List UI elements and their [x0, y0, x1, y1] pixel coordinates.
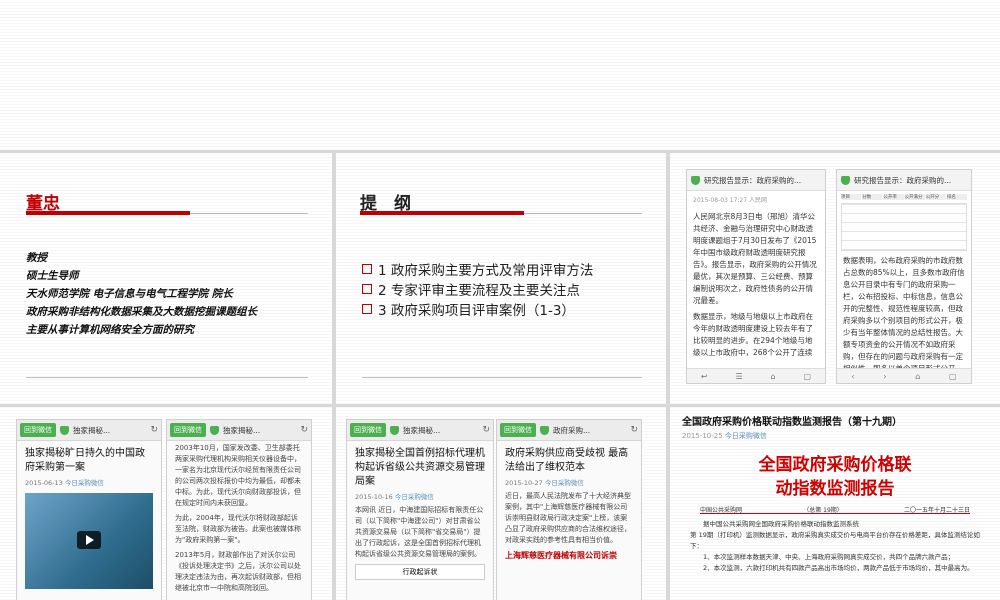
home-icon: ⌂: [915, 371, 921, 381]
data-table-rows: [841, 203, 967, 251]
article-paragraph: 本网讯 近日，中海建国际招标有限责任公司（以下简称"中海建公司"）对甘肃省公共资…: [355, 506, 484, 558]
article-paragraph: 2003年10月，国家发改委、卫生部委托两家采购代理机构采购相关仪器设备中，一家…: [175, 444, 301, 507]
forward-icon: ›: [883, 371, 887, 381]
browser-header: 研究报告显示：政府采购的...: [837, 170, 971, 191]
video-thumbnail[interactable]: [25, 493, 153, 589]
bullet-square-icon: [362, 264, 372, 274]
title-underline: [26, 211, 190, 215]
shield-icon: [210, 425, 219, 435]
wechat-topbar: 回到微信 独家揭秘... ↻: [347, 420, 493, 441]
article-meta: 2015-10-16 今日采购微信: [355, 493, 434, 501]
bullet-square-icon: [362, 304, 372, 314]
article-title: 独家揭秘全国首例招标代理机构起诉省级公共资源交易管理局案: [355, 448, 485, 487]
wechat-topbar: 回到微信 政府采购... ↻: [497, 420, 641, 441]
article-paragraph: 数据显示，地级与地级以上市政府在今年的财政透明度建设上较去年有了比较明显的进步。…: [693, 312, 813, 357]
article-date: 2015-08-03 17:27 人民网: [693, 197, 767, 204]
title-underline: [360, 211, 524, 215]
report-body: 据中国公共采购网全国政府采购价格联动指数监测系统 第 19期（打印机）监测数据显…: [690, 520, 980, 572]
report-headline: 全国政府采购价格联动指数监测报告（第十九期）: [682, 417, 902, 428]
article-paragraph: 为此，2004年，现代沃尔将财政部起诉至法院，财政部为被告。此案也被媒体称为"政…: [175, 514, 301, 544]
shield-icon: [691, 175, 700, 185]
profile-line: 政府采购非结构化数据采集及大数据挖掘课题组长: [26, 306, 257, 318]
menu-icon: ☰: [735, 371, 743, 381]
profile-line: 主要从事计算机网络安全方面的研究: [26, 324, 194, 336]
slide-report-screenshots[interactable]: 研究报告显示：政府采购的... 2015-08-03 17:27 人民网 人民网…: [670, 153, 1000, 404]
wechat-topbar: 回到微信 独家揭秘... ↻: [167, 420, 311, 441]
profile-line: 天水师范学院 电子信息与电气工程学院 院长: [26, 288, 233, 300]
outline-list: 1 政府采购主要方式及常用评审方法 2 专家评审主要流程及主要关注点 3 政府采…: [362, 261, 593, 321]
report-meta: 2015-10-25 今日采购微信: [682, 432, 767, 440]
profile-line: 硕士生导师: [26, 270, 79, 282]
article-title: 独家揭秘旷日持久的中国政府采购第一案: [25, 448, 145, 473]
play-icon[interactable]: [77, 531, 101, 549]
slide-case-2-3[interactable]: 回到微信 独家揭秘... ↻ 独家揭秘全国首例招标代理机构起诉省级公共资源交易管理局…: [336, 407, 666, 600]
report-divider: [700, 513, 970, 514]
wechat-article-case3: 回到微信 政府采购... ↻ 政府采购供应商受歧视 最高法给出了维权范本 2015-…: [496, 419, 642, 600]
refresh-icon: ↻: [630, 425, 638, 435]
wechat-article-case2: 回到微信 独家揭秘... ↻ 独家揭秘全国首例招标代理机构起诉省级公共资源交易管理局…: [346, 419, 494, 600]
slide-case-1[interactable]: 回到微信 独家揭秘... ↻ 独家揭秘旷日持久的中国政府采购第一案 2015-06-…: [0, 407, 332, 600]
tabs-icon: ▢: [803, 371, 812, 381]
article-title: 政府采购供应商受歧视 最高法给出了维权范本: [505, 448, 629, 473]
presenter-profile: 教授 硕士生导师 天水师范学院 电子信息与电气工程学院 院长 政府采购非结构化数…: [26, 249, 257, 339]
wechat-article-case1: 回到微信 独家揭秘... ↻ 独家揭秘旷日持久的中国政府采购第一案 2015-06-…: [16, 419, 162, 600]
article-paragraph: 2013年5月，财政部作出了对沃尔公司《投诉处理决定书》之后，沃尔公司以处理决定…: [175, 551, 301, 592]
shield-icon: [841, 175, 850, 185]
bullet-square-icon: [362, 284, 372, 294]
back-icon: ‹: [851, 371, 855, 381]
document-image: 行政起诉状: [355, 564, 485, 580]
article-paragraph: 近日，最高人民法院发布了十大经济典型案例，其中"上海辉慈医疗器械有限公司诉崇明县…: [505, 492, 631, 544]
article-paragraph: 数据表明，公布政府采购的市政府数占总数的85%以上，且多数市政府信息公开目录中有…: [843, 256, 965, 373]
back-to-wechat-button[interactable]: 回到微信: [350, 423, 386, 437]
back-icon: ↩: [700, 371, 708, 381]
tabs-icon: ▢: [949, 371, 957, 381]
article-meta: 2015-06-13 今日采购微信: [25, 479, 104, 487]
shield-icon: [390, 425, 399, 435]
back-to-wechat-button[interactable]: 回到微信: [170, 423, 206, 437]
refresh-icon: ↻: [150, 425, 158, 435]
slide-intro[interactable]: 董忠 教授 硕士生导师 天水师范学院 电子信息与电气工程学院 院长 政府采购非结…: [0, 153, 332, 404]
data-table: 项目 分数 公开率 公开满分 公开分 排名: [837, 191, 971, 203]
footer-rule: [362, 377, 642, 378]
profile-line: 教授: [26, 252, 47, 264]
outline-item: 2 专家评审主要流程及主要关注点: [362, 281, 593, 301]
browser-navbar: ↩ ☰ ⌂ ▢: [687, 368, 825, 383]
phone-screenshot-right: 研究报告显示：政府采购的... 项目 分数 公开率 公开满分 公开分 排名 数据…: [836, 169, 972, 384]
browser-header: 研究报告显示：政府采购的...: [687, 170, 825, 191]
title-rule: [190, 213, 308, 214]
browser-navbar: ‹ › ⌂ ▢: [837, 368, 971, 383]
back-to-wechat-button[interactable]: 回到微信: [500, 423, 536, 437]
outline-item: 3 政府采购项目评审案例（1-3）: [362, 301, 593, 321]
home-icon: ⌂: [770, 371, 776, 381]
footer-rule: [26, 377, 308, 378]
wechat-article-case1-detail: 回到微信 独家揭秘... ↻ 2003年10月，国家发改委、卫生部委托两家采购代理机…: [166, 419, 312, 600]
highlighted-case-title: 上海辉慈医疗器械有限公司诉崇: [505, 551, 617, 560]
report-title: 全国政府采购价格联 动指数监测报告: [758, 455, 912, 499]
slide-blank-top: [0, 0, 1000, 150]
outline-item: 1 政府采购主要方式及常用评审方法: [362, 261, 593, 281]
slide-outline[interactable]: 提 纲 1 政府采购主要方式及常用评审方法 2 专家评审主要流程及主要关注点 3…: [336, 153, 666, 404]
refresh-icon: ↻: [300, 425, 308, 435]
phone-screenshot-left: 研究报告显示：政府采购的... 2015-08-03 17:27 人民网 人民网…: [686, 169, 826, 384]
article-paragraph: 人民网北京8月3日电（邢旭）清华公共经济、金融与治理研究中心财政透明度课题组于7…: [693, 212, 817, 305]
shield-icon: [60, 425, 69, 435]
article-meta: 2015-10-27 今日采购微信: [505, 479, 584, 487]
back-to-wechat-button[interactable]: 回到微信: [20, 423, 56, 437]
shield-icon: [540, 425, 549, 435]
wechat-topbar: 回到微信 独家揭秘... ↻: [17, 420, 161, 441]
slide-price-index-report[interactable]: 全国政府采购价格联动指数监测报告（第十九期） 2015-10-25 今日采购微信…: [670, 407, 1000, 600]
refresh-icon: ↻: [482, 425, 490, 435]
title-rule: [524, 213, 642, 214]
